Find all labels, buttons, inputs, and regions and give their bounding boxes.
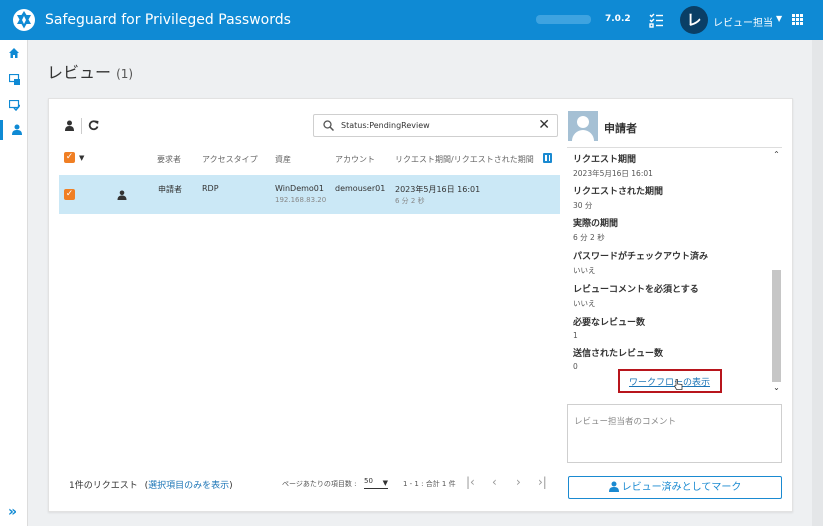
prop-value: いいえ: [573, 266, 596, 275]
paren-close: ): [229, 481, 233, 491]
cell-account: demouser01: [335, 184, 386, 193]
expand-nav-icon[interactable]: »: [8, 504, 17, 520]
prop-label: レビューコメントを必須とする: [573, 285, 699, 295]
prop-value: 1: [573, 331, 578, 340]
chevron-down-icon: ▼: [382, 479, 388, 487]
user-avatar[interactable]: レ: [680, 6, 708, 34]
first-page-icon[interactable]: |‹: [466, 475, 475, 489]
nav-reviews[interactable]: [0, 120, 28, 140]
table-row[interactable]: [59, 175, 560, 214]
prop-password-checked-out: パスワードがチェックアウト済み いいえ: [573, 249, 708, 276]
per-page-value: 50: [364, 477, 373, 485]
detail-scrollbar[interactable]: ⌃ ⌄: [771, 150, 782, 395]
scroll-thumb[interactable]: [772, 270, 781, 382]
header-request-period[interactable]: リクエスト期間/リクエストされた期間: [395, 154, 534, 165]
page-title-count: (1): [116, 67, 134, 81]
header-requester[interactable]: 要求者: [157, 154, 181, 165]
search-input[interactable]: Status:PendingReview ✕: [313, 114, 558, 137]
cell-duration: 6 分 2 秒: [395, 197, 425, 205]
per-page-label: ページあたりの項目数 :: [282, 480, 357, 488]
header-asset[interactable]: 資産: [275, 154, 291, 165]
prop-submitted-reviews: 送信されたレビュー数 0: [573, 346, 663, 371]
show-selected-only-link[interactable]: 選択項目のみを表示: [148, 481, 229, 491]
reviewer-icon: [608, 481, 619, 492]
toolbar-divider: [81, 118, 82, 134]
per-page-select[interactable]: 50 ▼: [364, 477, 388, 489]
nav-my-requests[interactable]: [0, 70, 28, 90]
cell-access-type: RDP: [202, 184, 219, 193]
prop-value: いいえ: [573, 299, 596, 308]
app-title: Safeguard for Privileged Passwords: [45, 12, 291, 28]
prop-label: 送信されたレビュー数: [573, 349, 664, 359]
next-page-icon[interactable]: ›: [516, 475, 521, 489]
task-list-icon[interactable]: [648, 12, 664, 28]
prop-label: リクエストされた期間: [573, 187, 664, 197]
prop-value: 2023年5月16日 16:01: [573, 169, 653, 178]
request-count: 1件のリクエスト (選択項目のみを表示): [69, 478, 233, 491]
mark-as-reviewed-button[interactable]: レビュー済みとしてマーク: [568, 476, 782, 499]
left-nav-rail: »: [0, 40, 28, 526]
prop-value: 30 分: [573, 201, 593, 210]
pagination-range: 1 - 1 : 合計 1 件: [403, 480, 456, 488]
detail-properties[interactable]: リクエスト期間 2023年5月16日 16:01 リクエストされた期間 30 分…: [567, 148, 783, 395]
scroll-up-icon[interactable]: ⌃: [771, 150, 782, 159]
detail-title: 申請者: [604, 122, 637, 135]
search-value: Status:PendingReview: [341, 121, 430, 130]
requester-user-icon: [117, 190, 127, 200]
prev-page-icon[interactable]: ‹: [492, 475, 497, 489]
prop-value: 6 分 2 秒: [573, 233, 605, 242]
window-scrollbar-track: [812, 40, 823, 526]
nav-approvals[interactable]: [0, 96, 28, 116]
prop-request-period: リクエスト期間 2023年5月16日 16:01: [573, 152, 653, 179]
user-filter-icon[interactable]: [64, 120, 75, 131]
cell-request-period: 2023年5月16日 16:01: [395, 185, 481, 194]
header-access-type[interactable]: アクセスタイプ: [202, 154, 258, 165]
apps-grid-icon[interactable]: [792, 14, 804, 26]
prop-label: パスワードがチェックアウト済み: [573, 252, 709, 262]
search-icon: [323, 120, 334, 131]
cell-asset-ip: 192.168.83.20: [275, 196, 327, 204]
scroll-down-icon[interactable]: ⌄: [771, 383, 782, 392]
page-title: レビュー (1): [47, 59, 133, 83]
prop-required-reviews: 必要なレビュー数 1: [573, 315, 645, 340]
top-bar: Safeguard for Privileged Passwords 7.0.2…: [0, 0, 823, 40]
cell-asset: WinDemo01: [275, 184, 324, 193]
home-icon: [9, 48, 19, 58]
request-icon: [9, 74, 20, 85]
prop-actual-duration: 実際の期間 6 分 2 秒: [573, 216, 618, 243]
row-checkbox[interactable]: ✓: [64, 189, 75, 200]
header-account[interactable]: アカウント: [335, 154, 375, 165]
version-label: 7.0.2: [605, 14, 631, 24]
reviewer-icon: [12, 124, 22, 135]
column-chooser-icon[interactable]: [543, 153, 552, 163]
hand-cursor-icon: [674, 379, 683, 390]
prop-label: 実際の期間: [573, 219, 619, 229]
cell-requester: 申請者: [158, 185, 182, 194]
prop-requested-duration: リクエストされた期間 30 分: [573, 184, 663, 211]
requester-avatar: [568, 111, 598, 141]
mark-as-reviewed-label: レビュー済みとしてマーク: [621, 482, 742, 493]
prop-review-comment-required: レビューコメントを必須とする いいえ: [573, 282, 699, 309]
prop-label: リクエスト期間: [573, 155, 637, 165]
page-title-text: レビュー: [47, 63, 112, 82]
comment-placeholder: レビュー担当者のコメント: [574, 417, 677, 427]
last-page-icon[interactable]: ›|: [538, 475, 547, 489]
clear-search-icon[interactable]: ✕: [538, 117, 550, 133]
approval-icon: [9, 100, 20, 111]
user-menu-label[interactable]: レビュー担当: [713, 14, 773, 29]
view-workflow-link[interactable]: ワークフローの表示: [629, 375, 710, 388]
select-all-checkbox[interactable]: ✓: [64, 152, 75, 163]
safeguard-logo-icon[interactable]: [12, 8, 36, 32]
chevron-down-icon[interactable]: ▼: [776, 14, 782, 23]
nav-home[interactable]: [0, 44, 28, 64]
refresh-icon[interactable]: [88, 120, 99, 131]
prop-label: 必要なレビュー数: [573, 318, 646, 328]
request-count-text: 1件のリクエスト: [69, 481, 138, 491]
select-menu-chevron-icon[interactable]: ▼: [79, 154, 84, 162]
blurred-hostname: [536, 15, 591, 24]
reviewer-comment-field[interactable]: レビュー担当者のコメント: [567, 404, 782, 463]
